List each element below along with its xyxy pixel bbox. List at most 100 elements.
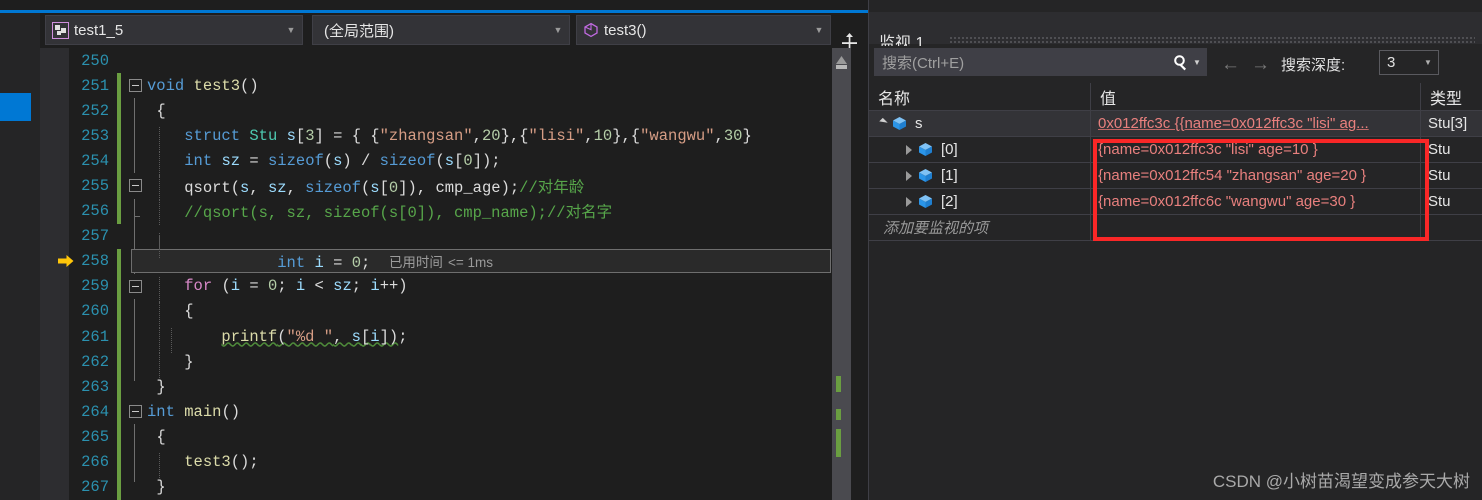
watch-row-name: [1]	[941, 167, 958, 184]
add-watch-value-cell[interactable]	[1091, 215, 1421, 240]
outline-glyph[interactable]	[127, 98, 147, 124]
elapsed-time-value: <= 1ms	[447, 254, 493, 270]
change-bar	[117, 399, 121, 425]
expander-collapsed-icon[interactable]	[901, 144, 917, 155]
search-icon[interactable]	[1171, 54, 1191, 71]
code-line[interactable]: 265 {	[69, 424, 832, 450]
code-editor-pane: test1_5 ▼ (全局范围) ▼ test3() ▼ 250 251 voi…	[0, 0, 868, 500]
code-text: qsort(s, sz, sizeof(s[0]), cmp_age);//对年…	[147, 175, 832, 201]
table-row[interactable]: [1] {name=0x012ffc54 "zhangsan" age=20 }…	[869, 163, 1482, 189]
function-dropdown[interactable]: test3() ▼	[576, 15, 831, 45]
table-row[interactable]: [0] {name=0x012ffc3c "lisi" age=10 } Stu	[869, 137, 1482, 163]
code-line[interactable]: 261 printf("%d ", s[i]);	[69, 324, 832, 353]
function-dropdown-label: test3()	[604, 21, 647, 39]
expander-collapsed-icon[interactable]	[901, 196, 917, 207]
code-line[interactable]: 251 void test3()	[69, 73, 832, 99]
table-row[interactable]: s 0x012ffc3c {{name=0x012ffc3c "lisi" ag…	[869, 111, 1482, 137]
column-header-value[interactable]: 值	[1091, 83, 1421, 110]
line-number: 259	[81, 277, 109, 296]
watch-row-name-cell[interactable]: [2]	[869, 189, 1091, 214]
watch-row-name-cell[interactable]: s	[869, 111, 1091, 136]
code-text: }	[156, 478, 166, 497]
outline-glyph[interactable]	[127, 324, 147, 350]
outline-glyph[interactable]	[127, 399, 147, 424]
expander-expanded-icon[interactable]	[875, 117, 891, 127]
outline-glyph[interactable]	[127, 298, 147, 325]
watch-row-value[interactable]: {name=0x012ffc6c "wangwu" age=30 }	[1091, 189, 1421, 214]
nav-back-icon[interactable]: ←	[1221, 54, 1240, 76]
column-header-type[interactable]: 类型	[1421, 83, 1482, 110]
watch-row-name: s	[915, 115, 923, 132]
search-input[interactable]: 搜索(Ctrl+E)	[882, 52, 1171, 73]
outline-glyph[interactable]	[127, 449, 147, 475]
code-line[interactable]: 255 qsort(s, sz, sizeof(s[0]), cmp_age);…	[69, 173, 832, 201]
nav-forward-icon[interactable]: →	[1251, 54, 1270, 76]
search-options-chevron-icon[interactable]: ▼	[1191, 58, 1203, 67]
code-line[interactable]: 260 {	[69, 298, 832, 328]
code-line[interactable]: 254 int sz = sizeof(s) / sizeof(s[0]);	[69, 148, 832, 178]
code-text: {	[156, 101, 166, 120]
chevron-down-icon[interactable]: ▼	[1421, 58, 1435, 67]
code-line[interactable]: 256 //qsort(s, sz, sizeof(s[0]), cmp_nam…	[69, 198, 832, 226]
outline-glyph[interactable]	[127, 424, 147, 450]
editor-navigation-bar: test1_5 ▼ (全局范围) ▼ test3() ▼	[0, 13, 868, 53]
outline-glyph[interactable]	[127, 349, 147, 375]
yellow-arrow-icon	[58, 254, 74, 268]
code-line[interactable]: 264 int main()	[69, 399, 832, 425]
watch-row-value[interactable]: {name=0x012ffc3c "lisi" age=10 }	[1091, 137, 1421, 162]
watch-row-value[interactable]: 0x012ffc3c {{name=0x012ffc3c "lisi" ag..…	[1091, 111, 1421, 136]
cube-icon	[917, 141, 934, 158]
cube-icon	[917, 167, 934, 184]
outline-glyph[interactable]	[127, 48, 147, 73]
source-code-lines[interactable]: 250 251 void test3() 252 { 253 struct St…	[58, 48, 832, 500]
table-row[interactable]: [2] {name=0x012ffc6c "wangwu" age=30 } S…	[869, 189, 1482, 215]
code-line[interactable]: 266 test3();	[69, 449, 832, 479]
change-bar	[117, 273, 121, 299]
code-line[interactable]: 267 }	[69, 474, 832, 500]
add-watch-row[interactable]: 添加要监视的项	[869, 215, 1482, 241]
tool-window-strip	[0, 13, 40, 500]
project-dropdown[interactable]: test1_5 ▼	[45, 15, 303, 45]
outline-glyph[interactable]	[127, 198, 147, 224]
outline-glyph[interactable]	[127, 274, 147, 299]
code-text: int i = 0; 已用时间 <= 1ms	[147, 232, 832, 290]
expander-collapsed-icon[interactable]	[901, 170, 917, 181]
code-line[interactable]: 253 struct Stu s[3] = { {"zhangsan",20},…	[69, 123, 832, 152]
scrollbar-thumb[interactable]	[836, 65, 847, 69]
scope-dropdown[interactable]: (全局范围) ▼	[312, 15, 570, 45]
code-line[interactable]: 262 }	[69, 349, 832, 378]
change-bar	[117, 224, 121, 249]
collapsed-tool-tab[interactable]	[0, 93, 31, 121]
watch-row-name: [2]	[941, 193, 958, 210]
add-watch-name-cell[interactable]: 添加要监视的项	[869, 215, 1091, 240]
watch-row-name-cell[interactable]: [1]	[869, 163, 1091, 188]
outline-glyph[interactable]	[127, 73, 147, 98]
watch-title-bar[interactable]: 监视 1	[869, 12, 1482, 52]
chevron-down-icon[interactable]: ▼	[549, 25, 567, 35]
cube-icon	[583, 22, 599, 38]
outline-glyph[interactable]	[127, 474, 147, 500]
code-line-current[interactable]: 258 int i = 0; 已用时间 <= 1ms	[58, 232, 832, 274]
outline-glyph[interactable]	[127, 223, 147, 249]
scroll-up-arrow-icon[interactable]	[836, 52, 847, 64]
scope-dropdown-label: (全局范围)	[324, 22, 394, 40]
outline-glyph[interactable]	[127, 123, 147, 149]
search-input-container[interactable]: 搜索(Ctrl+E) ▼	[874, 48, 1207, 76]
code-line[interactable]: 252 {	[69, 98, 832, 124]
code-line[interactable]: 263 }	[69, 374, 832, 400]
line-number: 252	[81, 101, 109, 120]
outline-glyph[interactable]	[127, 374, 147, 399]
code-text: //qsort(s, sz, sizeof(s[0]), cmp_name);/…	[147, 200, 832, 226]
column-header-name[interactable]: 名称	[869, 83, 1091, 110]
code-line[interactable]: 250	[69, 48, 832, 73]
watch-row-value[interactable]: {name=0x012ffc54 "zhangsan" age=20 }	[1091, 163, 1421, 188]
editor-vertical-scrollbar[interactable]	[832, 48, 851, 500]
editor-selection-margin[interactable]	[40, 48, 69, 500]
chevron-down-icon[interactable]: ▼	[810, 25, 828, 35]
change-bar	[117, 248, 121, 274]
watch-row-name-cell[interactable]: [0]	[869, 137, 1091, 162]
chevron-down-icon[interactable]: ▼	[282, 25, 300, 35]
search-depth-dropdown[interactable]: 3 ▼	[1379, 50, 1439, 75]
outline-glyph[interactable]	[127, 173, 147, 198]
outline-glyph[interactable]	[127, 148, 147, 174]
